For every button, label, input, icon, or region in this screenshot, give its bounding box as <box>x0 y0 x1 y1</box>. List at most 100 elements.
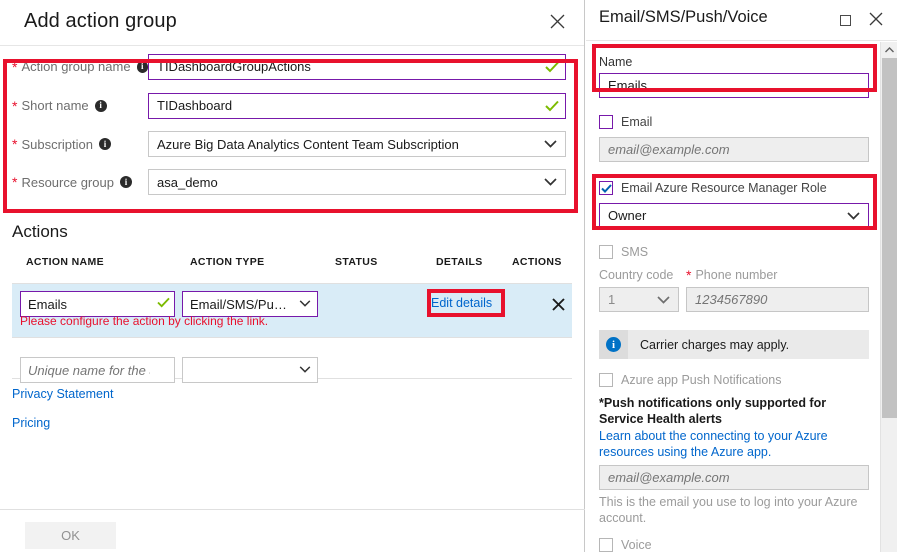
action-group-name-input[interactable] <box>148 53 566 80</box>
info-icon[interactable]: i <box>99 138 111 150</box>
subscription-value: Azure Big Data Analytics Content Team Su… <box>157 136 459 152</box>
remove-action-icon[interactable] <box>549 295 567 313</box>
form-row-resource-group: * Resource group i asa_demo <box>0 163 585 201</box>
label-action-group-name: * Action group name i <box>0 59 148 74</box>
email-checkbox-label: Email <box>621 115 653 129</box>
resource-group-value: asa_demo <box>157 174 218 190</box>
page-title: Add action group <box>24 10 177 32</box>
subscription-select[interactable]: Azure Big Data Analytics Content Team Su… <box>148 131 566 157</box>
footer-divider <box>0 509 585 510</box>
chevron-down-icon <box>544 178 557 186</box>
control-short-name <box>148 92 566 119</box>
chevron-down-icon <box>657 296 670 304</box>
maximize-icon[interactable] <box>835 10 855 30</box>
short-name-input[interactable] <box>148 92 566 119</box>
new-action-name-input[interactable] <box>20 357 175 383</box>
carrier-charges-text: Carrier charges may apply. <box>640 337 790 352</box>
label-text: Resource group <box>21 174 114 190</box>
column-header-action-name: ACTION NAME <box>26 256 104 268</box>
control-action-group-name <box>148 53 566 80</box>
required-marker: * <box>12 136 18 152</box>
actions-section-title: Actions <box>12 222 68 241</box>
control-subscription: Azure Big Data Analytics Content Team Su… <box>148 131 566 157</box>
email-sms-push-voice-blade: Email/SMS/Push/Voice Name Emails Email e… <box>586 0 897 552</box>
form-row-short-name: * Short name i <box>0 86 585 125</box>
arm-role-value: Owner <box>608 208 647 223</box>
email-checkbox[interactable] <box>599 115 613 129</box>
right-blade-header: Email/SMS/Push/Voice <box>586 0 897 41</box>
ok-button[interactable]: OK <box>25 522 116 549</box>
sms-checkbox-row: SMS <box>599 245 648 259</box>
arm-role-checkbox-row: Email Azure Resource Manager Role <box>599 181 827 195</box>
chevron-down-icon <box>544 140 557 148</box>
left-blade-header: Add action group <box>0 0 584 46</box>
info-icon[interactable]: i <box>94 99 107 112</box>
label-resource-group: * Resource group i <box>0 175 148 190</box>
voice-checkbox-row: Voice <box>599 538 652 552</box>
close-icon[interactable] <box>544 8 570 34</box>
arm-role-checkbox[interactable] <box>599 181 613 195</box>
email-address-input[interactable] <box>599 137 869 162</box>
arm-role-select[interactable]: Owner <box>599 203 869 228</box>
resource-group-select[interactable]: asa_demo <box>148 169 566 195</box>
sms-checkbox[interactable] <box>599 245 613 259</box>
right-blade-title: Email/SMS/Push/Voice <box>599 8 768 26</box>
privacy-statement-link[interactable]: Privacy Statement <box>12 387 113 401</box>
carrier-charges-banner: i Carrier charges may apply. <box>599 330 869 359</box>
info-icon[interactable]: i <box>136 60 148 73</box>
chevron-down-icon <box>847 212 860 220</box>
scrollbar-thumb[interactable] <box>882 58 897 418</box>
column-header-action-type: ACTION TYPE <box>190 256 265 268</box>
valid-check-icon <box>157 297 170 308</box>
action-type-value: Email/SMS/Push/V... <box>190 296 293 312</box>
pricing-link[interactable]: Pricing <box>12 416 50 430</box>
phone-number-label-group: * Phone number <box>686 268 777 282</box>
required-marker: * <box>12 58 18 75</box>
add-action-group-blade: Add action group * Action group name i T… <box>0 0 585 552</box>
action-group-form: * Action group name i * Short name i <box>0 47 585 201</box>
column-header-details: DETAILS <box>436 256 483 268</box>
screenshot-root: Add action group * Action group name i T… <box>0 0 897 552</box>
phone-number-input[interactable] <box>686 287 869 312</box>
new-action-type-select[interactable] <box>182 357 318 383</box>
column-header-actions: ACTIONS <box>512 256 562 268</box>
push-checkbox-row: Azure app Push Notifications <box>599 373 782 387</box>
column-header-status: STATUS <box>335 256 378 268</box>
form-row-subscription: * Subscription i Azure Big Data Analytic… <box>0 125 585 163</box>
chevron-down-icon <box>299 300 311 307</box>
info-icon[interactable]: i <box>119 176 132 188</box>
info-icon: i <box>599 330 628 359</box>
required-marker: * <box>12 174 18 190</box>
label-text: Action group name <box>21 59 131 74</box>
country-code-value: 1 <box>608 292 616 307</box>
action-error-message: Please configure the action by clicking … <box>20 314 269 328</box>
required-marker: * <box>12 97 18 114</box>
push-email-input[interactable] <box>599 465 869 490</box>
label-text: Short name <box>21 98 89 113</box>
actions-table-header: ACTION NAME ACTION TYPE STATUS DETAILS A… <box>12 256 572 278</box>
voice-checkbox-label: Voice <box>621 538 652 552</box>
email-checkbox-row: Email <box>599 115 652 129</box>
push-notifications-checkbox[interactable] <box>599 373 613 387</box>
name-label: Name <box>599 55 633 69</box>
chevron-up-icon[interactable] <box>881 42 897 58</box>
form-row-action-group-name: * Action group name i <box>0 47 585 86</box>
name-input[interactable] <box>599 73 869 98</box>
required-marker: * <box>686 267 692 283</box>
voice-checkbox[interactable] <box>599 538 613 552</box>
push-notifications-label: Azure app Push Notifications <box>621 373 782 387</box>
azure-app-learn-link[interactable]: Learn about the connecting to your Azure… <box>599 428 875 460</box>
arm-role-checkbox-label: Email Azure Resource Manager Role <box>621 181 827 195</box>
country-code-select[interactable]: 1 <box>599 287 679 312</box>
valid-check-icon <box>545 61 559 72</box>
label-short-name: * Short name i <box>0 98 148 113</box>
chevron-down-icon <box>299 366 311 373</box>
phone-number-label: Phone number <box>695 268 778 282</box>
edit-details-link[interactable]: Edit details <box>431 296 492 310</box>
control-resource-group: asa_demo <box>148 169 566 195</box>
push-email-help-text: This is the email you use to log into yo… <box>599 495 858 525</box>
sms-checkbox-label: SMS <box>621 245 649 259</box>
scrollbar-track[interactable] <box>880 42 897 552</box>
label-subscription: * Subscription i <box>0 137 148 152</box>
close-icon[interactable] <box>865 8 887 30</box>
